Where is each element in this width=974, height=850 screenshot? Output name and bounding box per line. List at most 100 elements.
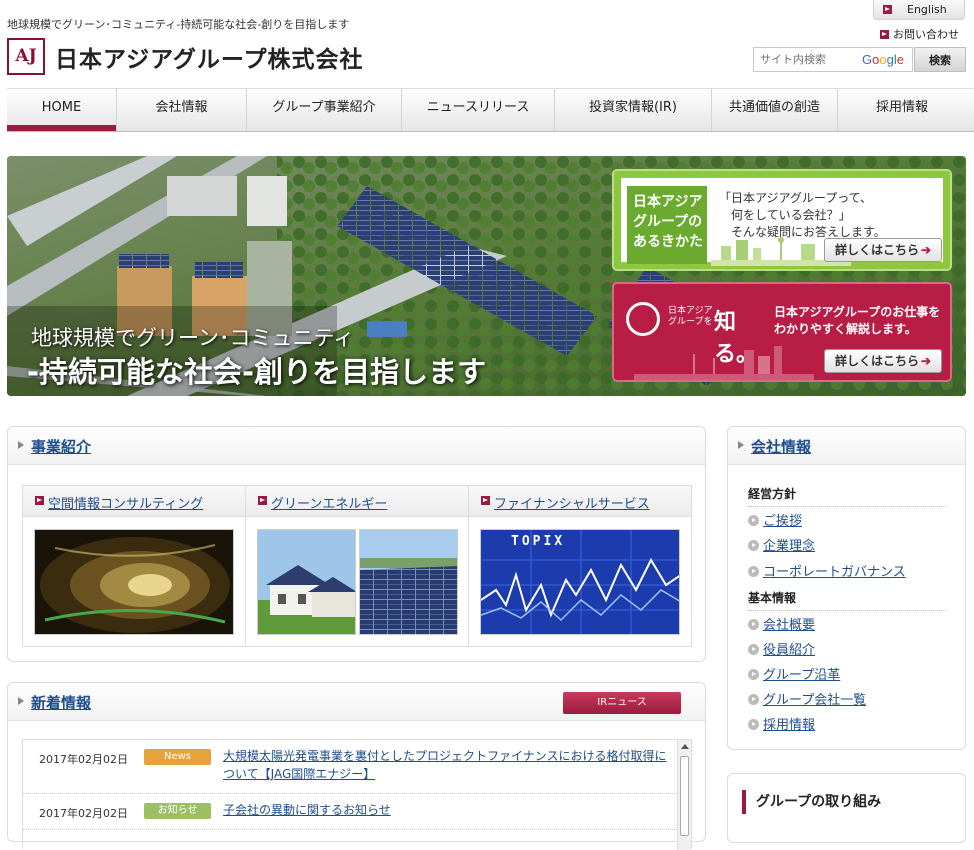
promo-title-line: 日本アジア [633,194,703,210]
promo-logo-line: グループを [668,317,713,327]
link-history[interactable]: グループ沿革 [748,664,840,683]
nav-company[interactable]: 会社情報 [117,89,247,131]
link-officers[interactable]: 役員紹介 [748,639,815,658]
business-column-geospatial: 空間情報コンサルティング [23,486,246,646]
business-link-green-energy[interactable]: グリーンエネルギー [271,493,387,512]
solar-house-image[interactable] [257,529,356,635]
group-initiatives-title[interactable]: グループの取り組み [742,790,881,814]
business-panel-header: 事業紹介 [8,427,705,465]
search-input[interactable] [754,48,854,71]
company-info-header: 会社情報 [728,427,965,465]
promo-know-group[interactable]: 日本アジア グループを 知る。 日本アジアグループのお仕事を わかりやすく解説し… [612,282,952,382]
link-label: ご挨拶 [763,514,803,529]
arrow-icon [258,496,267,505]
news-item: 2017年02月02日 News 大規模太陽光発電事業を裏付としたプロジェクトフ… [23,740,677,794]
promo-title-line: あるきかた [633,234,703,250]
link-recruit[interactable]: 採用情報 [748,714,815,733]
group-heading: 経営方針 [748,485,946,507]
solar-farm-image[interactable] [359,529,458,635]
scroll-up-icon[interactable] [681,744,689,749]
bullet-arrow-icon [748,669,759,680]
hero-tagline: 地球規模でグリーン･コミュニティ [31,326,355,350]
promo-know-logo: 日本アジア グループを 知る。 [626,300,766,367]
promo-desc-line: 何をしている会社？」 [719,208,851,222]
nav-recruit[interactable]: 採用情報 [838,89,966,131]
nav-news-release[interactable]: ニュースリリース [402,89,555,131]
policy-group: 経営方針 [748,485,946,507]
arrow-icon [35,496,44,505]
scroll-thumb[interactable] [680,756,689,836]
news-title-link[interactable]: 子会社の異動に関するお知らせ [223,801,668,819]
promo-button-label: 詳しくはこちら [835,243,920,257]
business-link-financial[interactable]: ファイナンシャルサービス [494,493,650,512]
nav-home[interactable]: HOME [7,89,117,131]
news-tag-badge: お知らせ [144,803,211,819]
promo-about-group-desc: 「日本アジアグループって、 何をしている会社？」 そんな疑問にお答えします。 [719,190,886,241]
group-initiatives-panel: グループの取り組み [727,773,966,843]
promo-know-logo-small: 日本アジア グループを [668,306,713,328]
header-tagline: 地球規模でグリーン･コミュニティ-持続可能な社会-創りを目指します [7,18,350,31]
bullet-arrow-icon [748,515,759,526]
logo-icon[interactable]: AJ [7,38,45,75]
link-label: コーポレートガバナンス [763,565,906,580]
company-info-panel: 会社情報 経営方針 ご挨拶 企業理念 コーポレートガバナンス 基本情報 会社概要… [727,426,966,750]
link-label: 企業理念 [763,539,816,554]
contact-link-label: お問い合わせ [893,28,959,41]
link-group-companies[interactable]: グループ会社一覧 [748,689,866,708]
ir-news-tab[interactable]: IRニュース [563,692,681,714]
main-nav: HOME 会社情報 グループ事業紹介 ニュースリリース 投資家情報(IR) 共通… [7,88,974,132]
business-column-header: 空間情報コンサルティング [23,486,245,517]
english-button[interactable]: English [873,0,965,20]
news-title-link[interactable]: 新着情報 [31,692,91,713]
group-heading: 基本情報 [748,589,946,611]
news-panel: 新着情報 IRニュース 2017年02月02日 News 大規模太陽光発電事業を… [7,682,706,850]
basic-info-group: 基本情報 [748,589,946,611]
promo-about-group[interactable]: 日本アジア グループの あるきかた 「日本アジアグループって、 何をしている会社… [612,169,952,271]
topix-caption: TOPIX [511,534,566,549]
news-date: 2017年02月02日 [39,753,128,766]
bullet-arrow-icon [748,619,759,630]
nav-csv[interactable]: 共通価値の創造 [712,89,838,131]
english-button-label: English [907,3,947,16]
link-label: 採用情報 [763,718,816,733]
company-info-title-link[interactable]: 会社情報 [751,436,811,457]
bullet-arrow-icon [748,719,759,730]
promo-desc-line: 日本アジアグループのお仕事を [774,305,941,319]
red-city-icon [634,346,814,380]
hero-headline: -持続可能な社会-創りを目指します [27,355,487,389]
promo-desc-line: 「日本アジアグループって、 [719,191,873,205]
business-link-geospatial[interactable]: 空間情報コンサルティング [48,493,203,512]
arrow-right-icon: ➔ [921,243,932,257]
contact-link[interactable]: お問い合わせ [880,26,959,42]
news-scrollbar[interactable] [677,740,691,850]
link-philosophy[interactable]: 企業理念 [748,535,815,554]
business-column-header: ファイナンシャルサービス [469,486,691,517]
business-title-link[interactable]: 事業紹介 [31,436,91,457]
link-company-overview[interactable]: 会社概要 [748,614,815,633]
link-label: 役員紹介 [763,643,816,658]
link-governance[interactable]: コーポレートガバナンス [748,561,906,580]
google-logo-icon: Google [862,52,904,67]
company-name[interactable]: 日本アジアグループ株式会社 [55,40,364,74]
nav-ir[interactable]: 投資家情報(IR) [555,89,712,131]
news-title-link[interactable]: 大規模太陽光発電事業を裏付としたプロジェクトファイナンスにおける格付取得について… [223,747,668,783]
search-button[interactable]: 検索 [914,47,966,72]
search-box: Google [753,47,913,72]
promo-title-line: グループの [633,214,703,230]
business-column-header: グリーンエネルギー [246,486,468,517]
link-label: グループ沿革 [763,668,841,683]
bullet-arrow-icon [748,566,759,577]
news-panel-header: 新着情報 IRニュース [8,683,705,721]
link-greeting[interactable]: ご挨拶 [748,510,802,529]
stock-chart-image[interactable]: TOPIX [480,529,680,635]
news-date: 2017年02月02日 [39,807,128,820]
promo-about-group-title: 日本アジア グループの あるきかた [627,186,707,264]
nav-group-business[interactable]: グループ事業紹介 [247,89,402,131]
promo-about-group-button[interactable]: 詳しくはこちら ➔ [824,238,942,262]
business-grid: 空間情報コンサルティング グリーンエネルギー ファイナンシャルサービス TOPI… [22,485,692,647]
hero-banner[interactable]: 地球規模でグリーン･コミュニティ -持続可能な社会-創りを目指します 日本アジア… [7,156,966,396]
promo-know-group-button[interactable]: 詳しくはこちら ➔ [824,349,942,373]
tunnel-image[interactable] [34,529,234,635]
link-label: グループ会社一覧 [763,693,867,708]
news-list: 2017年02月02日 News 大規模太陽光発電事業を裏付としたプロジェクトフ… [22,739,692,850]
